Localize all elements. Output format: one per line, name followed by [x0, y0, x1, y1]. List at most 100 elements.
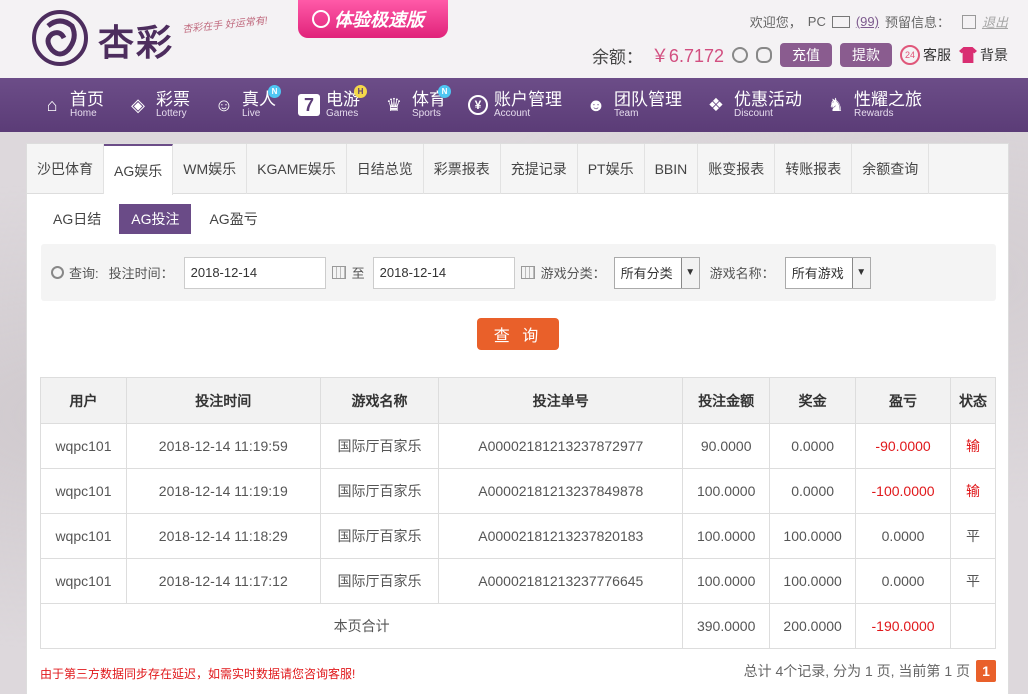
nav-sublabel: Games	[326, 107, 359, 119]
cell-bonus: 0.0000	[769, 468, 857, 514]
hot-badge: H	[354, 84, 367, 98]
nav-item-team[interactable]: ☻ 团队管理 Team	[584, 90, 682, 119]
nav-item-account[interactable]: ¥ 账户管理 Account	[468, 89, 562, 119]
subtab-ag-bets[interactable]: AG投注	[119, 204, 192, 234]
mail-count[interactable]: (99)	[856, 14, 879, 29]
total-bonus: 200.0000	[769, 603, 857, 649]
col-bet-time: 投注时间	[125, 377, 321, 424]
nav-sublabel: Sports	[412, 107, 441, 119]
search-icon	[51, 266, 64, 279]
nav-item-live[interactable]: ☺ 真人 Live N	[212, 84, 281, 119]
mail-icon[interactable]	[831, 15, 850, 28]
promo-label: 体验极速版	[334, 10, 424, 30]
gift-icon: ❖	[707, 94, 725, 115]
cell-game-name: 国际厅百家乐	[319, 468, 440, 514]
tab-kgame-entertainment[interactable]: KGAME娱乐	[247, 144, 347, 194]
col-bonus: 奖金	[769, 377, 857, 424]
team-icon: ☻	[586, 94, 606, 115]
promo-icon	[312, 10, 330, 28]
header: 杏彩 杏彩在手 好运常有! 体验极速版 欢迎您， PC (99) 预留信息： 退…	[0, 0, 1028, 78]
nav-item-rewards[interactable]: ♞ 性耀之旅 Rewards	[824, 89, 922, 119]
nav-item-games[interactable]: 7 电游 Games H	[298, 84, 367, 119]
cell-profit: -90.0000	[855, 423, 952, 469]
username: PC	[807, 14, 826, 29]
game-value: 所有游戏	[791, 266, 844, 281]
refresh-icon[interactable]	[732, 47, 748, 63]
total-status	[950, 603, 996, 649]
tab-account-changes[interactable]: 账变报表	[698, 144, 776, 194]
home-icon: ⌂	[46, 94, 58, 115]
main-nav: ⌂ 首页 Home ◈ 彩票 Lottery ☺ 真人 Live N 7 电游 Game…	[0, 78, 1028, 132]
table-row: wqpc101 2018-12-14 11:17:12 国际厅百家乐 A0000…	[40, 558, 996, 604]
start-date-input[interactable]	[183, 256, 326, 289]
tab-wm-entertainment[interactable]: WM娱乐	[173, 144, 248, 194]
tab-daily-overview[interactable]: 日结总览	[347, 144, 424, 194]
game-name-label: 游戏名称：	[709, 266, 775, 281]
page-1-button[interactable]: 1	[976, 660, 996, 682]
logout-link[interactable]: 退出	[982, 12, 1008, 31]
cell-status: 平	[950, 513, 996, 559]
cell-bet-time: 2018-12-14 11:19:19	[125, 468, 321, 514]
background-label: 背景	[980, 47, 1008, 63]
cell-user: wqpc101	[40, 513, 127, 559]
col-bet-id: 投注单号	[438, 377, 684, 424]
nav-sublabel: Rewards	[854, 107, 894, 119]
game-select[interactable]: 所有游戏 ▼	[784, 256, 871, 289]
pagination-summary: 总计 4个记录, 分为 1 页, 当前第 1 页	[743, 663, 970, 679]
table-row: wqpc101 2018-12-14 11:18:29 国际厅百家乐 A0000…	[40, 513, 996, 559]
games-icon: 7	[298, 94, 320, 116]
hide-balance-icon[interactable]	[756, 47, 772, 63]
nav-sublabel: Account	[494, 107, 531, 119]
table-row: wqpc101 2018-12-14 11:19:19 国际厅百家乐 A0000…	[40, 468, 996, 514]
edit-icon[interactable]	[961, 14, 976, 29]
service-link[interactable]: 24 客服	[900, 45, 951, 65]
end-date-input[interactable]	[372, 256, 515, 289]
tab-pt-entertainment[interactable]: PT娱乐	[578, 144, 645, 194]
cell-bet-id: A00002181213237776645	[438, 558, 684, 604]
tab-ag-entertainment[interactable]: AG娱乐	[104, 144, 174, 195]
balance-value: ￥6.7172	[650, 46, 724, 66]
recharge-button[interactable]: 充值	[780, 43, 832, 67]
cell-game-name: 国际厅百家乐	[319, 513, 440, 559]
nav-item-discount[interactable]: ❖ 优惠活动 Discount	[704, 90, 802, 119]
cell-status: 平	[950, 558, 996, 604]
live-icon: ☺	[214, 94, 234, 115]
subtab-ag-daily[interactable]: AG日结	[41, 204, 113, 234]
total-label: 本页合计	[39, 603, 684, 649]
total-profit: -190.0000	[855, 603, 952, 649]
tab-transfer-report[interactable]: 转账报表	[775, 144, 853, 194]
calendar-icon[interactable]	[520, 266, 535, 279]
header-top-bar: 欢迎您， PC (99) 预留信息： 退出	[750, 12, 1008, 31]
tab-lottery-report[interactable]: 彩票报表	[424, 144, 501, 194]
logo-icon[interactable]	[28, 8, 92, 68]
bet-records-table: 用户 投注时间 游戏名称 投注单号 投注金额 奖金 盈亏 状态 wqpc101 …	[39, 377, 996, 649]
col-profit: 盈亏	[855, 377, 952, 424]
background-link[interactable]: 背景	[959, 45, 1008, 65]
calendar-icon[interactable]	[331, 266, 346, 279]
query-button[interactable]: 查 询	[477, 318, 559, 350]
nav-label: 性耀之旅	[854, 89, 922, 109]
new-badge: N	[438, 84, 451, 98]
tab-deposit-withdraw[interactable]: 充提记录	[501, 144, 578, 194]
report-panel: 沙巴体育 AG娱乐 WM娱乐 KGAME娱乐 日结总览 彩票报表 充提记录 PT…	[26, 143, 1009, 694]
table-total-row: 本页合计 390.0000 200.0000 -190.0000	[39, 603, 996, 649]
table-row: wqpc101 2018-12-14 11:19:59 国际厅百家乐 A0000…	[40, 423, 996, 469]
tab-balance-query[interactable]: 余额查询	[852, 144, 930, 194]
withdraw-button[interactable]: 提款	[840, 43, 892, 67]
to-label: 至	[351, 266, 365, 281]
service-label: 客服	[923, 47, 951, 63]
tab-bbin[interactable]: BBIN	[645, 144, 699, 194]
promo-banner[interactable]: 体验极速版	[298, 0, 448, 38]
service-24h-icon: 24	[900, 45, 920, 65]
tab-saba-sports[interactable]: 沙巴体育	[27, 144, 104, 194]
nav-label: 账户管理	[494, 89, 562, 109]
logo-slogan: 杏彩在手 好运常有!	[181, 15, 269, 36]
nav-item-home[interactable]: ⌂ 首页 Home	[40, 90, 104, 119]
nav-item-sports[interactable]: ♛ 体育 Sports N	[382, 84, 451, 119]
ag-subtabs: AG日结 AG投注 AG盈亏	[41, 204, 270, 234]
subtab-ag-profit[interactable]: AG盈亏	[197, 204, 269, 234]
nav-item-lottery[interactable]: ◈ 彩票 Lottery	[126, 90, 190, 119]
col-user: 用户	[40, 377, 127, 424]
category-select[interactable]: 所有分类 ▼	[613, 256, 700, 289]
nav-sublabel: Team	[614, 107, 639, 119]
